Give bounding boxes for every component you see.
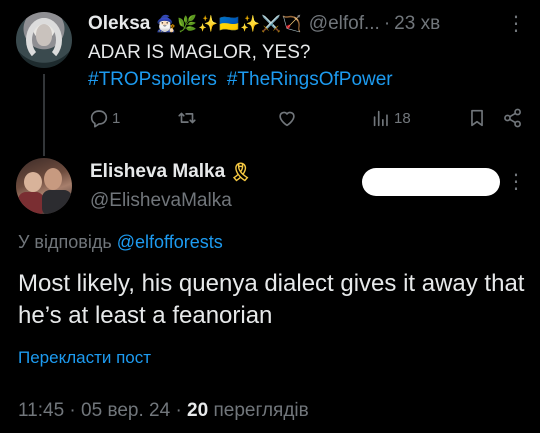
- retweet-icon: [178, 112, 196, 124]
- share-button[interactable]: [502, 106, 524, 130]
- bookmark-button[interactable]: [466, 106, 488, 130]
- more-options-icon[interactable]: ⋮: [506, 14, 526, 34]
- author-name-row: Elisheva Malka 🎗: [90, 161, 252, 183]
- parent-tweet-header: Oleksa 🧙🏻‍♂️🌿✨🇺🇦✨⚔️🏹 @elfof... · 23 хв: [88, 12, 440, 36]
- translate-post-link[interactable]: Перекласти пост: [18, 348, 151, 368]
- reply-button[interactable]: 1: [88, 106, 120, 130]
- separator-dot: ·: [175, 400, 182, 421]
- bookmark-icon: [471, 109, 483, 127]
- author-handle[interactable]: @elfof...: [309, 13, 380, 35]
- views-count: 18: [394, 109, 411, 127]
- hashtag-link[interactable]: #TROPspoilers: [88, 69, 217, 90]
- reply-prefix: У відповідь: [18, 232, 112, 252]
- views-button[interactable]: 18: [370, 106, 411, 130]
- reply-count: 1: [112, 109, 121, 127]
- follow-button[interactable]: [362, 168, 500, 196]
- views-number: 20: [187, 400, 209, 421]
- separator-dot: ·: [383, 13, 391, 34]
- tweet-meta: 11:45 · 05 вер. 24 · 20 переглядів: [18, 400, 309, 422]
- share-icon: [504, 108, 521, 128]
- heart-icon: [279, 111, 295, 127]
- avatar[interactable]: [16, 158, 72, 214]
- analytics-icon: [373, 110, 388, 127]
- tweet-text: Most likely, his quenya dialect gives it…: [18, 270, 525, 329]
- hashtags: #TROPspoilers #TheRingsOfPower: [88, 67, 393, 93]
- views-label: переглядів: [213, 400, 309, 421]
- tweet-date[interactable]: 05 вер. 24: [81, 400, 170, 421]
- retweet-button[interactable]: [176, 106, 198, 130]
- thread-line: [43, 74, 45, 156]
- tweet-time[interactable]: 23 хв: [394, 13, 440, 35]
- reply-mention-link[interactable]: @elfofforests: [117, 232, 223, 252]
- tweet-text: ADAR IS MAGLOR, YES?: [88, 42, 311, 63]
- author-emojis: 🧙🏻‍♂️🌿✨🇺🇦✨⚔️🏹: [156, 16, 303, 33]
- reply-context: У відповідь @elfofforests: [18, 232, 223, 253]
- avatar[interactable]: [16, 12, 72, 68]
- reply-icon: [90, 110, 108, 128]
- author-handle[interactable]: @ElishevaMalka: [90, 190, 232, 212]
- tweet-time[interactable]: 11:45: [18, 400, 64, 421]
- separator-dot: ·: [69, 400, 76, 421]
- author-name[interactable]: Oleksa: [88, 13, 150, 35]
- like-button[interactable]: [276, 106, 298, 130]
- tweet-actions: 1 18: [88, 106, 528, 130]
- hashtag-link[interactable]: #TheRingsOfPower: [227, 69, 393, 90]
- ribbon-icon: 🎗: [229, 161, 253, 182]
- author-name[interactable]: Elisheva Malka: [90, 161, 225, 183]
- more-options-icon[interactable]: ⋮: [506, 172, 526, 192]
